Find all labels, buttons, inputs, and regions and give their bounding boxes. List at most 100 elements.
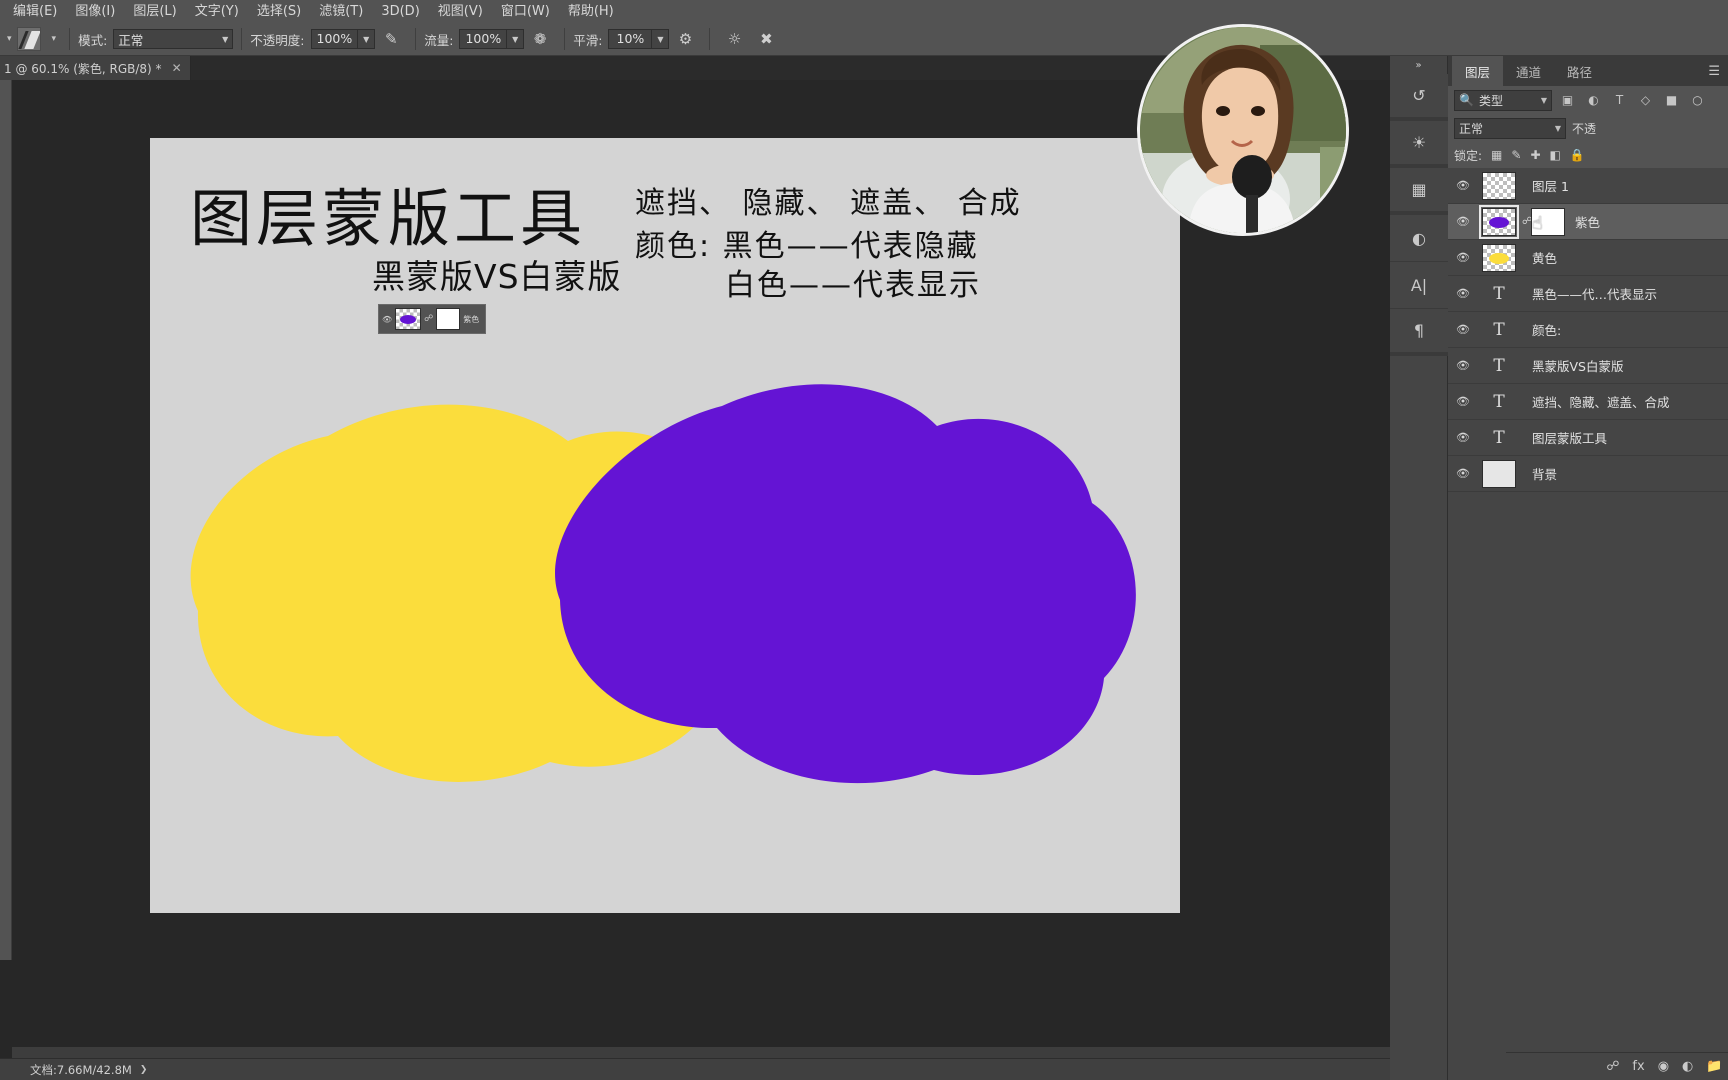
- pasted-layer-panel-screenshot: 👁 ☍ 紫色: [378, 304, 486, 334]
- link-icon[interactable]: ☍: [1522, 216, 1532, 227]
- history-panel-icon[interactable]: ↺: [1390, 74, 1448, 121]
- table-row[interactable]: 👁 黄色: [1448, 240, 1728, 276]
- table-row[interactable]: 👁 ☍ ☝ 紫色: [1448, 204, 1728, 240]
- filter-smart-object-icon[interactable]: ■: [1661, 90, 1682, 111]
- layer-name[interactable]: 黑蒙版VS白蒙版: [1522, 356, 1624, 375]
- eye-icon[interactable]: 👁: [1450, 359, 1476, 372]
- smoothing-stepper[interactable]: ▼: [652, 29, 670, 49]
- text-layer-icon: T: [1493, 283, 1505, 304]
- layer-name[interactable]: 黄色: [1522, 248, 1557, 267]
- eye-icon[interactable]: 👁: [1450, 395, 1476, 408]
- tool-preset-chevron-icon[interactable]: ▾: [0, 34, 17, 44]
- gear-icon[interactable]: ⚙: [674, 28, 696, 50]
- layer-name[interactable]: 图层蒙版工具: [1522, 428, 1607, 447]
- menu-item-layer[interactable]: 图层(L): [124, 0, 185, 23]
- flow-input[interactable]: 100%: [459, 29, 508, 49]
- layer-style-fx-icon[interactable]: fx: [1632, 1059, 1644, 1074]
- layer-thumbnail-cell[interactable]: [1476, 459, 1522, 488]
- eye-icon[interactable]: 👁: [1450, 431, 1476, 444]
- smoothing-input[interactable]: 10%: [608, 29, 653, 49]
- eye-icon[interactable]: 👁: [1450, 251, 1476, 264]
- layer-thumbnail-cell[interactable]: [1476, 243, 1522, 272]
- filter-toggle-icon[interactable]: ○: [1687, 90, 1708, 111]
- menu-item-select[interactable]: 选择(S): [248, 0, 310, 23]
- tab-paths[interactable]: 路径: [1554, 56, 1605, 86]
- lock-transparency-icon[interactable]: ▦: [1491, 148, 1502, 162]
- airbrush-icon[interactable]: ❁: [529, 28, 551, 50]
- filter-pixel-icon[interactable]: ▣: [1557, 90, 1578, 111]
- divider: [415, 28, 417, 50]
- tablet-pressure-icon[interactable]: ✖: [755, 28, 777, 50]
- properties-grid-icon[interactable]: ▦: [1390, 168, 1448, 215]
- filter-type-select[interactable]: 🔍 类型 ▼: [1454, 89, 1552, 111]
- table-row[interactable]: 👁 图层 1: [1448, 168, 1728, 204]
- filter-adjustment-icon[interactable]: ◐: [1583, 90, 1604, 111]
- lock-all-icon[interactable]: 🔒: [1570, 148, 1585, 162]
- canvas-horizontal-scrollbar[interactable]: [12, 1047, 1390, 1058]
- eye-icon[interactable]: 👁: [1450, 323, 1476, 336]
- document-tab[interactable]: 1 @ 60.1% (紫色, RGB/8) * ✕: [0, 56, 191, 80]
- swatches-panel-icon[interactable]: ☀: [1390, 121, 1448, 168]
- add-mask-icon[interactable]: ◉: [1658, 1059, 1669, 1074]
- eye-icon[interactable]: 👁: [1450, 215, 1476, 228]
- layer-thumbnail: [1482, 243, 1516, 272]
- layer-name[interactable]: 图层 1: [1522, 176, 1569, 195]
- brush-tool-icon[interactable]: [16, 27, 41, 51]
- filter-type-icon[interactable]: T: [1609, 90, 1630, 111]
- table-row[interactable]: 👁 T 颜色:: [1448, 312, 1728, 348]
- new-group-icon[interactable]: 📁: [1706, 1059, 1722, 1074]
- eye-icon[interactable]: 👁: [1450, 467, 1476, 480]
- layer-name[interactable]: 黑色——代…代表显示: [1522, 284, 1657, 303]
- layer-opacity-label: 不透: [1572, 121, 1597, 136]
- adjustments-panel-icon[interactable]: ◐: [1390, 215, 1448, 262]
- blend-mode-select[interactable]: 正常 ▼: [113, 29, 234, 49]
- flow-stepper[interactable]: ▼: [507, 29, 525, 49]
- layer-name[interactable]: 背景: [1522, 464, 1557, 483]
- layer-blend-mode-select[interactable]: 正常 ▼: [1454, 117, 1566, 139]
- brush-preset-chevron-icon[interactable]: ▾: [45, 34, 62, 44]
- layer-thumbnail-cell[interactable]: [1476, 204, 1522, 239]
- close-icon[interactable]: ✕: [172, 61, 182, 75]
- menu-item-image[interactable]: 图像(I): [66, 0, 124, 23]
- lock-position-icon[interactable]: ✚: [1530, 148, 1540, 162]
- opacity-input[interactable]: 100%: [310, 29, 359, 49]
- table-row[interactable]: 👁 T 黑色——代…代表显示: [1448, 276, 1728, 312]
- layer-name[interactable]: 颜色:: [1522, 320, 1561, 339]
- layer-thumbnail-cell[interactable]: [1476, 171, 1522, 200]
- lock-nesting-icon[interactable]: ◧: [1550, 148, 1561, 162]
- double-chevron-right-icon[interactable]: »: [1390, 56, 1447, 74]
- character-panel-icon[interactable]: A|: [1390, 262, 1448, 309]
- opacity-stepper[interactable]: ▼: [358, 29, 376, 49]
- chevron-right-icon[interactable]: ❯: [140, 1065, 148, 1075]
- pressure-opacity-icon[interactable]: ✎: [380, 28, 402, 50]
- symmetry-icon[interactable]: ☼: [723, 28, 745, 50]
- adjustment-layer-icon[interactable]: ◐: [1682, 1059, 1693, 1074]
- filter-shape-icon[interactable]: ◇: [1635, 90, 1656, 111]
- menu-item-help[interactable]: 帮助(H): [559, 0, 623, 23]
- menu-item-window[interactable]: 窗口(W): [492, 0, 559, 23]
- eye-icon[interactable]: 👁: [1450, 287, 1476, 300]
- artboard[interactable]: 图层蒙版工具 黑蒙版VS白蒙版 遮挡、 隐藏、 遮盖、 合成 颜色: 黑色——代…: [150, 138, 1180, 913]
- table-row[interactable]: 👁 背景: [1448, 456, 1728, 492]
- eye-icon[interactable]: 👁: [1450, 179, 1476, 192]
- table-row[interactable]: 👁 T 黑蒙版VS白蒙版: [1448, 348, 1728, 384]
- table-row[interactable]: 👁 T 图层蒙版工具: [1448, 420, 1728, 456]
- panel-menu-icon[interactable]: ☰: [1700, 56, 1728, 86]
- search-icon: 🔍: [1459, 93, 1474, 107]
- paragraph-panel-icon[interactable]: ¶: [1390, 309, 1448, 356]
- divider: [564, 28, 566, 50]
- artwork-line-1: 遮挡、 隐藏、 遮盖、 合成: [635, 186, 1022, 221]
- lock-image-icon[interactable]: ✎: [1511, 148, 1521, 162]
- link-layers-icon[interactable]: ☍: [1606, 1059, 1619, 1074]
- layer-name[interactable]: 紫色: [1565, 212, 1600, 231]
- menu-item-filter[interactable]: 滤镜(T): [310, 0, 372, 23]
- tab-channels[interactable]: 通道: [1503, 56, 1554, 86]
- menu-item-view[interactable]: 视图(V): [429, 0, 492, 23]
- menu-item-type[interactable]: 文字(Y): [186, 0, 248, 23]
- status-bar: 文档:7.66M/42.8M ❯: [0, 1058, 1390, 1080]
- menu-item-edit[interactable]: 编辑(E): [4, 0, 66, 23]
- table-row[interactable]: 👁 T 遮挡、隐藏、遮盖、合成: [1448, 384, 1728, 420]
- tab-layers[interactable]: 图层: [1452, 56, 1504, 86]
- menu-item-3d[interactable]: 3D(D): [372, 0, 428, 23]
- layer-name[interactable]: 遮挡、隐藏、遮盖、合成: [1522, 392, 1670, 411]
